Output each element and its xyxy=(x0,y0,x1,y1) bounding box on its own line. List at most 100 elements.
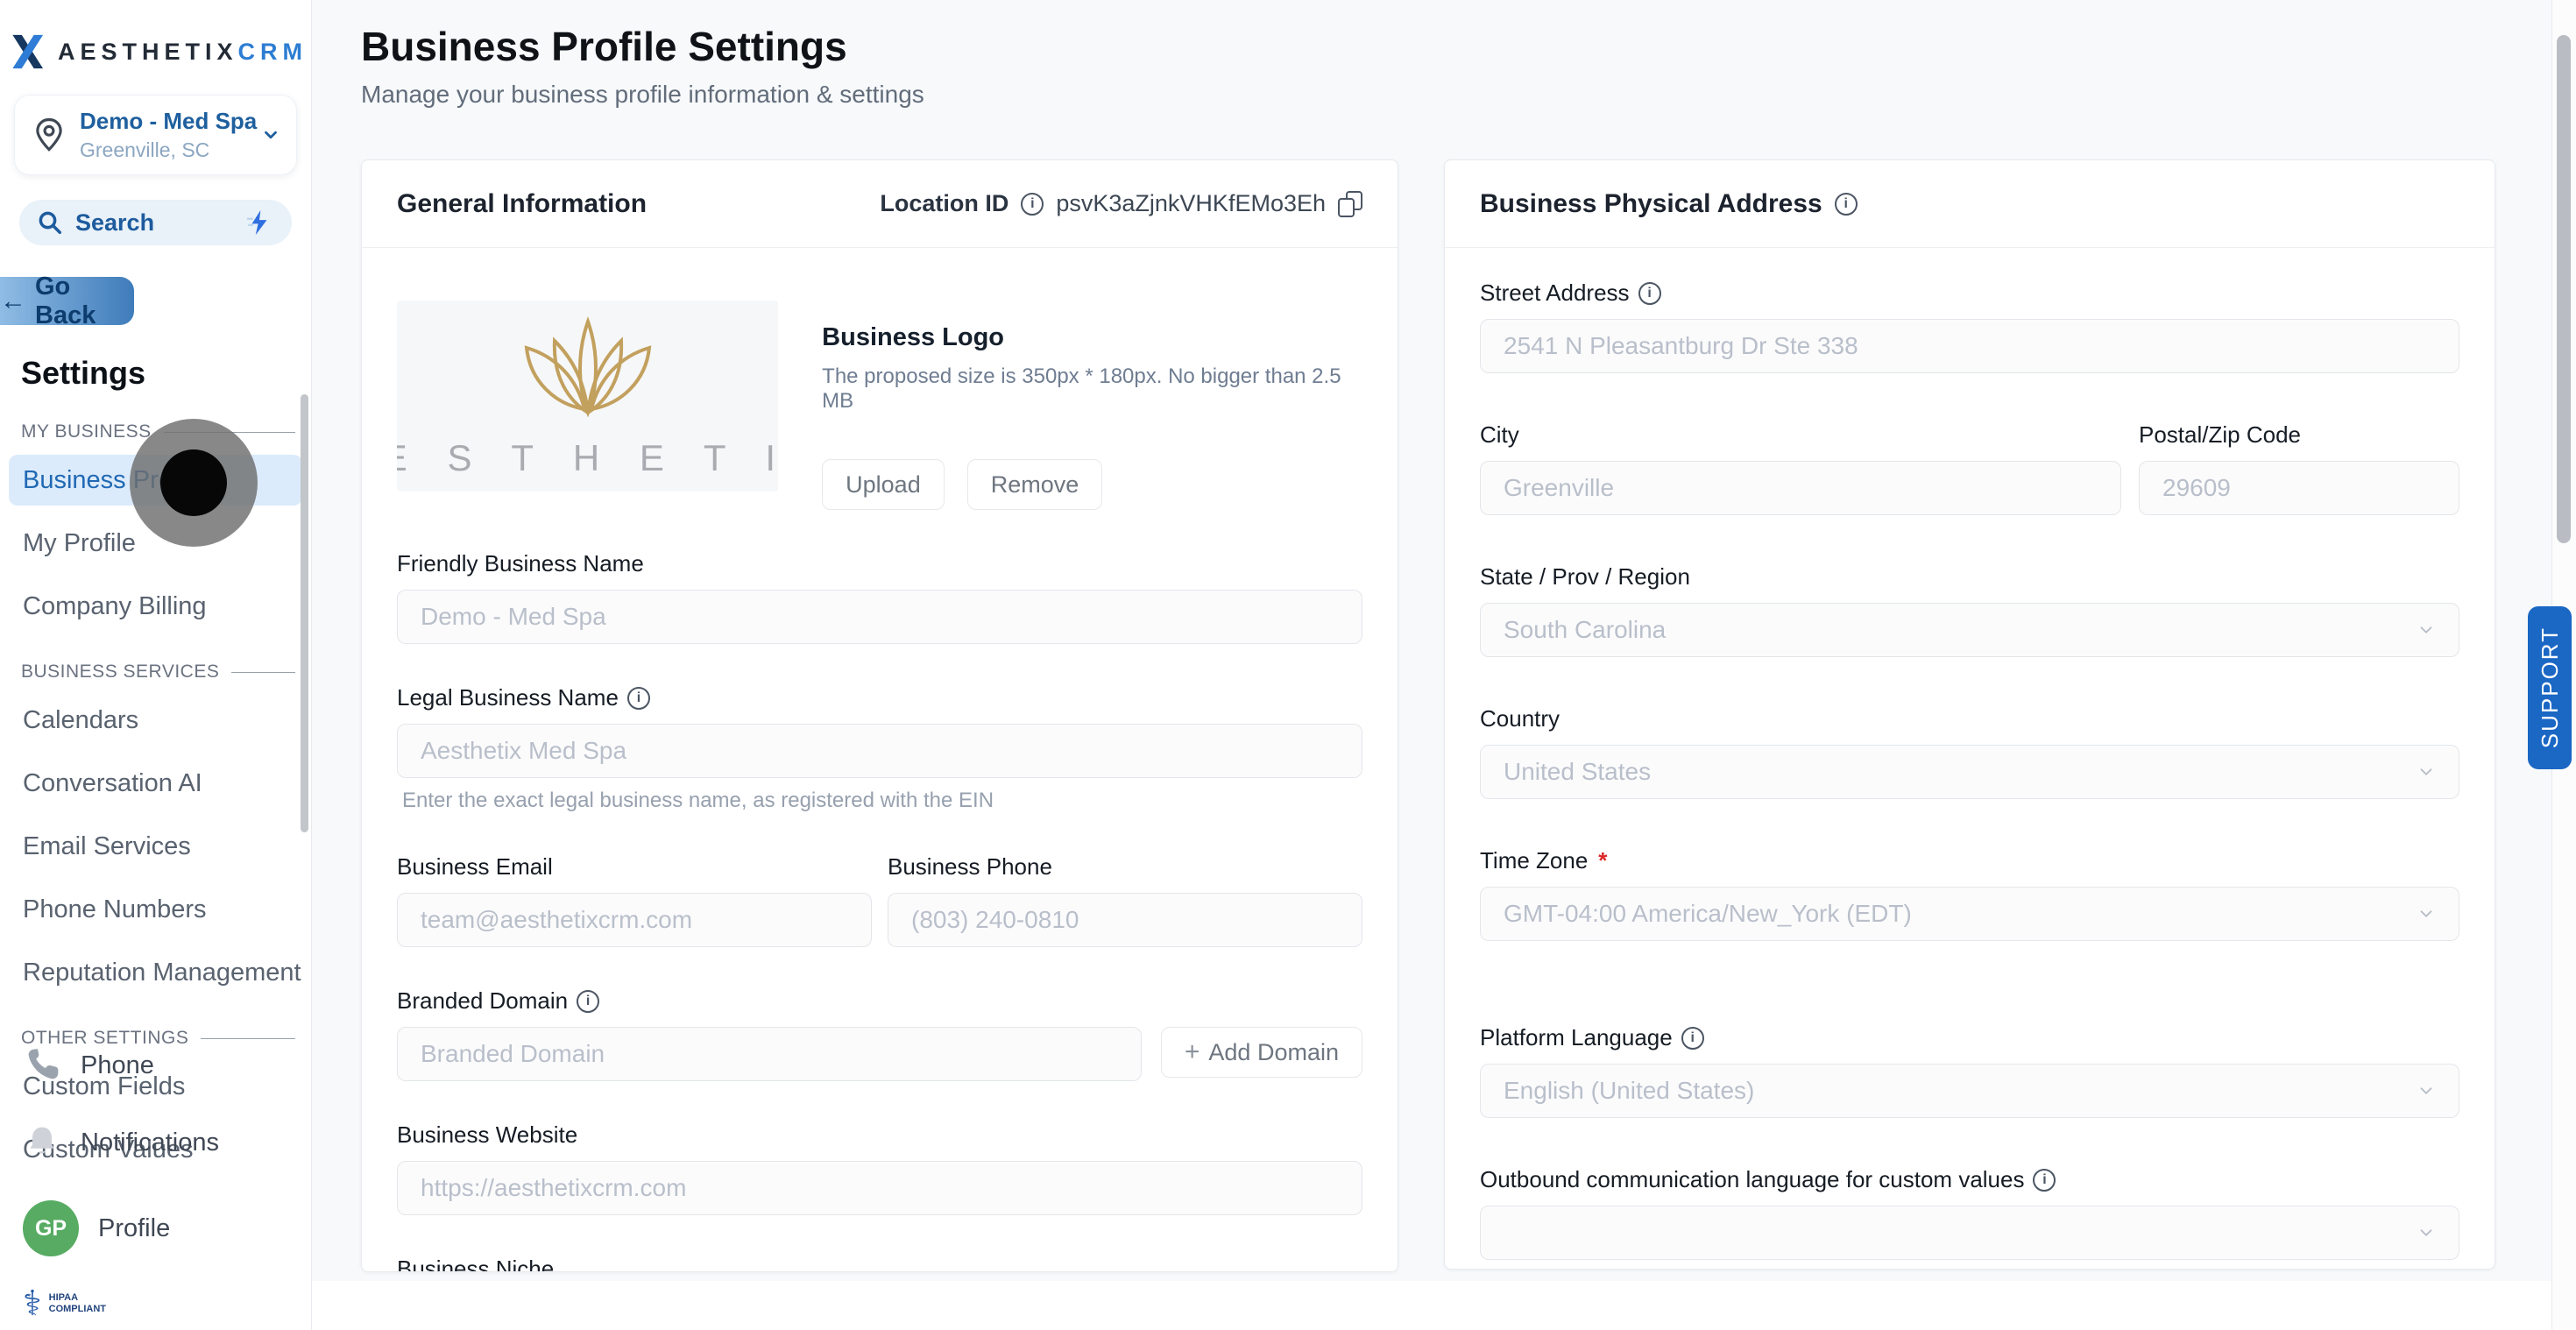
info-icon[interactable]: i xyxy=(2033,1169,2056,1192)
timezone-select[interactable]: GMT-04:00 America/New_York (EDT) xyxy=(1480,887,2459,941)
business-phone-label: Business Phone xyxy=(888,853,1362,881)
sidebar-scrollbar-thumb[interactable] xyxy=(301,394,308,832)
business-niche-group: Business Niche Medical Spa xyxy=(397,1256,1362,1272)
branded-domain-label: Branded Domain i xyxy=(397,987,1362,1015)
brand-x-icon xyxy=(4,29,49,74)
info-icon[interactable]: i xyxy=(627,687,650,710)
business-logo-section: A E S T H E T I X Business Logo The prop… xyxy=(397,301,1362,510)
info-icon[interactable]: i xyxy=(1835,193,1858,216)
info-icon[interactable]: i xyxy=(1021,193,1044,216)
city-group: City xyxy=(1480,421,2121,515)
postal-group: Postal/Zip Code xyxy=(2139,421,2459,515)
legal-name-input[interactable] xyxy=(397,724,1362,778)
plus-icon: + xyxy=(1185,1037,1200,1067)
sidebar-item-calendars[interactable]: Calendars xyxy=(9,695,302,746)
location-id-label: Location ID xyxy=(880,190,1008,217)
sidebar-item-company-billing[interactable]: Company Billing xyxy=(9,581,302,632)
support-tab-label: SUPPORT xyxy=(2537,626,2564,748)
physical-address-body: Street Address i City Postal/Zip Code xyxy=(1445,248,2495,1270)
sidebar-item-my-profile[interactable]: My Profile xyxy=(9,518,302,569)
add-domain-button[interactable]: + Add Domain xyxy=(1161,1027,1362,1078)
phone-menu-item[interactable]: Phone xyxy=(23,1046,288,1085)
chevron-down-icon xyxy=(2417,1081,2436,1100)
search-placeholder: Search xyxy=(75,209,232,237)
search-input[interactable]: Search xyxy=(19,200,292,245)
support-tab[interactable]: SUPPORT xyxy=(2528,606,2572,769)
chevron-down-icon xyxy=(2417,904,2436,923)
legal-name-helper: Enter the exact legal business name, as … xyxy=(397,789,1362,813)
city-input[interactable] xyxy=(1480,461,2121,515)
outbound-language-select[interactable] xyxy=(1480,1206,2459,1260)
street-address-label: Street Address i xyxy=(1480,279,2459,307)
hipaa-text: HIPAA COMPLIANT xyxy=(49,1292,106,1315)
friendly-name-label: Friendly Business Name xyxy=(397,550,1362,577)
sidebar-item-phone-numbers[interactable]: Phone Numbers xyxy=(9,884,302,935)
branded-domain-row: + Add Domain xyxy=(397,1027,1362,1081)
business-logo-image: A E S T H E T I X xyxy=(397,301,778,492)
business-niche-label: Business Niche xyxy=(397,1256,1362,1272)
business-phone-group: Business Phone xyxy=(888,853,1362,947)
upload-button[interactable]: Upload xyxy=(822,459,945,510)
timezone-group: Time Zone * GMT-04:00 America/New_York (… xyxy=(1480,847,2459,941)
nav-section-my-business: MY BUSINESS xyxy=(0,421,311,442)
profile-menu-item[interactable]: GP Profile xyxy=(23,1200,288,1256)
go-back-button[interactable]: ← Go Back xyxy=(0,277,134,325)
business-email-group: Business Email xyxy=(397,853,872,947)
brand-wordmark: AESTHETIXCRM xyxy=(58,39,308,66)
business-logo-label: Business Logo xyxy=(822,323,1362,352)
section-divider xyxy=(231,672,295,673)
branded-domain-input[interactable] xyxy=(397,1027,1142,1081)
page-footer-strip xyxy=(312,1281,2551,1330)
state-group: State / Prov / Region South Carolina xyxy=(1480,563,2459,657)
bell-icon xyxy=(23,1123,61,1162)
location-name: Demo - Med Spa xyxy=(80,108,249,135)
required-asterisk: * xyxy=(1598,847,1607,874)
physical-address-card: Business Physical Address i Street Addre… xyxy=(1444,159,2495,1270)
state-label: State / Prov / Region xyxy=(1480,563,2459,591)
back-arrow-icon: ← xyxy=(0,287,26,316)
business-logo-meta: Business Logo The proposed size is 350px… xyxy=(822,301,1362,510)
postal-input[interactable] xyxy=(2139,461,2459,515)
general-information-header: General Information Location ID i psvK3a… xyxy=(362,160,1398,248)
nav-section-business-services: BUSINESS SERVICES xyxy=(0,661,311,683)
app-logo: AESTHETIXCRM xyxy=(0,0,311,72)
business-phone-input[interactable] xyxy=(888,893,1362,947)
sidebar-item-business-profile[interactable]: Business Profile xyxy=(9,455,302,506)
chevron-down-icon xyxy=(2417,762,2436,782)
country-group: Country United States xyxy=(1480,705,2459,799)
sidebar-item-conversation-ai[interactable]: Conversation AI xyxy=(9,758,302,809)
business-email-input[interactable] xyxy=(397,893,872,947)
page-scrollbar-thumb[interactable] xyxy=(2557,35,2571,543)
state-select[interactable]: South Carolina xyxy=(1480,603,2459,657)
street-address-input[interactable] xyxy=(1480,319,2459,373)
platform-language-select[interactable]: English (United States) xyxy=(1480,1064,2459,1118)
sidebar-item-email-services[interactable]: Email Services xyxy=(9,821,302,872)
friendly-name-input[interactable] xyxy=(397,590,1362,644)
location-id-row: Location ID i psvK3aZjnkVHKfEMo3Eh xyxy=(880,190,1362,217)
info-icon[interactable]: i xyxy=(1638,282,1661,305)
avatar: GP xyxy=(23,1200,79,1256)
branded-domain-group: Branded Domain i + Add Domain xyxy=(397,987,1362,1081)
sidebar-item-reputation-management[interactable]: Reputation Management xyxy=(9,947,302,998)
timezone-label: Time Zone * xyxy=(1480,847,2459,874)
logo-buttons: Upload Remove xyxy=(822,459,1362,510)
email-phone-row: Business Email Business Phone xyxy=(397,853,1362,947)
info-icon[interactable]: i xyxy=(1681,1027,1704,1050)
country-select[interactable]: United States xyxy=(1480,745,2459,799)
sidebar-footer: Phone Notifications GP Profile ⚕ HIPAA C… xyxy=(0,1008,311,1321)
location-city: Greenville, SC xyxy=(80,138,249,162)
lightning-icon xyxy=(244,208,274,237)
location-id-value: psvK3aZjnkVHKfEMo3Eh xyxy=(1056,190,1326,217)
business-website-input[interactable] xyxy=(397,1161,1362,1215)
copy-icon[interactable] xyxy=(1338,191,1362,217)
info-icon[interactable]: i xyxy=(577,990,599,1013)
location-text: Demo - Med Spa Greenville, SC xyxy=(80,108,249,162)
remove-button[interactable]: Remove xyxy=(967,459,1103,510)
location-pin-icon xyxy=(31,117,67,153)
city-postal-row: City Postal/Zip Code xyxy=(1480,421,2459,515)
location-switcher[interactable]: Demo - Med Spa Greenville, SC xyxy=(14,95,297,175)
physical-address-header: Business Physical Address i xyxy=(1445,160,2495,248)
notifications-menu-item[interactable]: Notifications xyxy=(23,1123,288,1162)
settings-title: Settings xyxy=(21,355,311,392)
search-icon xyxy=(37,209,63,236)
